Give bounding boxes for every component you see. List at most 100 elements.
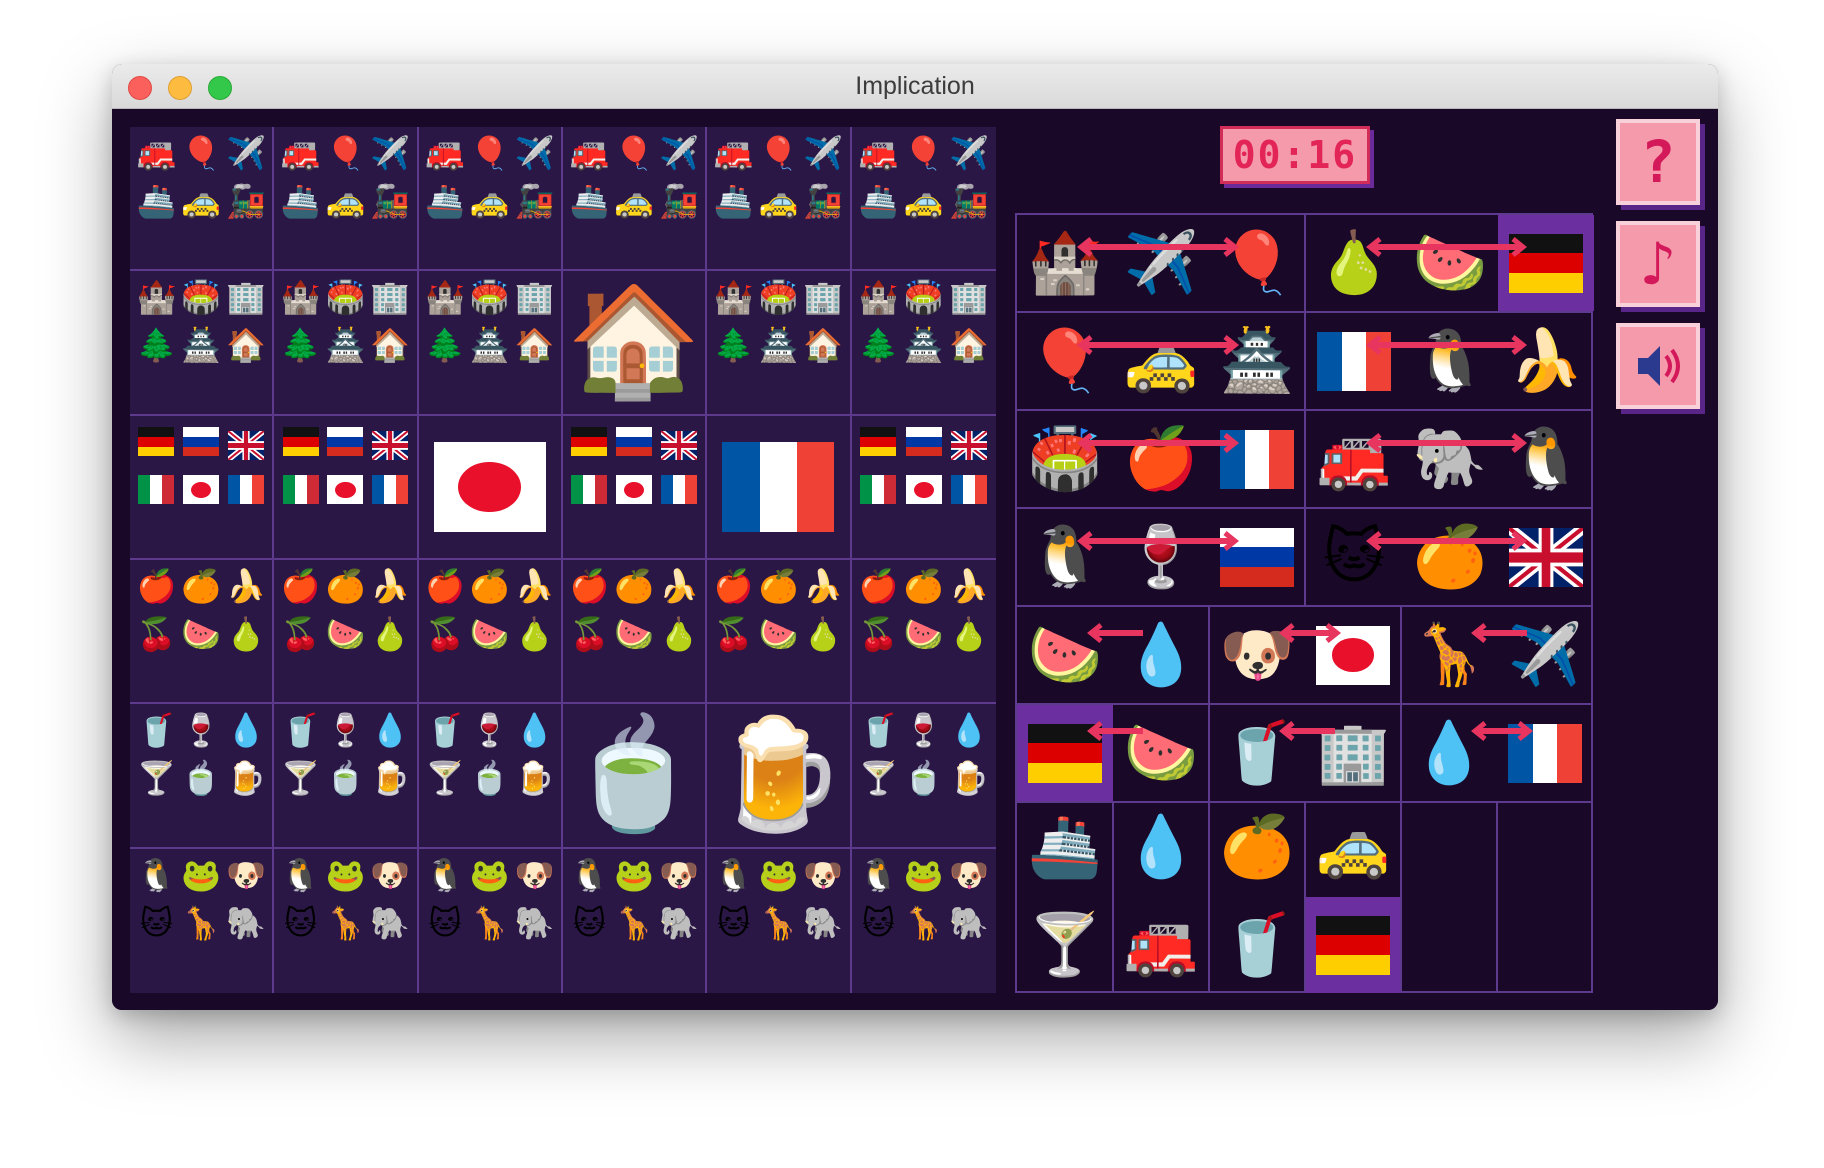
board-cell[interactable]: ✈️ xyxy=(1497,607,1593,703)
title-bar[interactable]: Implication xyxy=(112,64,1718,109)
board-cell[interactable]: 💧 xyxy=(1113,607,1209,703)
board-cell[interactable] xyxy=(1209,509,1305,605)
catalog-cell-flags[interactable] xyxy=(418,415,563,560)
board-cell[interactable]: 🥤 xyxy=(1209,897,1305,993)
catalog-cell-buildings[interactable]: 🏰 🏟️ 🏢 🌲 🏯 🏠 xyxy=(130,271,275,416)
board-divider xyxy=(1496,803,1498,991)
board-cell[interactable]: ✈️ xyxy=(1113,215,1209,311)
board-cell[interactable]: 🎈 xyxy=(1017,313,1113,409)
board-cell[interactable]: 🍉 xyxy=(1017,607,1113,703)
board-cell[interactable] xyxy=(1497,705,1593,801)
board-cell[interactable] xyxy=(1017,705,1113,801)
board-cell[interactable]: 🏢 xyxy=(1305,705,1401,801)
train-icon: 🚂 xyxy=(226,182,266,220)
board-cell[interactable]: 🐧 xyxy=(1498,411,1594,507)
dog-icon: 🐶 xyxy=(949,855,990,894)
giraffe-icon: 🦒 xyxy=(614,903,655,942)
board-cell[interactable]: 🚢 xyxy=(1017,799,1113,895)
board-cell[interactable] xyxy=(1305,607,1401,703)
cat-icon: 🐱 xyxy=(284,903,318,942)
board-cell[interactable]: 🎈 xyxy=(1209,215,1305,311)
music-button[interactable]: ♪ xyxy=(1616,221,1700,307)
catalog-cell-drinks[interactable]: 🥤 🍷 💧 🍸 🍵 🍺 xyxy=(418,704,563,849)
board-divider xyxy=(1208,705,1210,801)
board-cell[interactable]: 🍎 xyxy=(1113,411,1209,507)
catalog-cell-flags[interactable] xyxy=(851,416,996,560)
balloon-icon: 🎈 xyxy=(181,134,222,172)
catalog-cell-buildings[interactable]: 🏰 🏟️ 🏢 🌲 🏯 🏠 xyxy=(707,271,852,416)
board-cell[interactable]: 🐘 xyxy=(1402,411,1498,507)
catalog-cell-drinks[interactable]: 🥤 🍷 💧 🍸 🍵 🍺 xyxy=(851,704,996,849)
sound-button[interactable] xyxy=(1616,323,1700,409)
implication-arrow-icon xyxy=(1365,433,1528,453)
board-cell[interactable] xyxy=(1498,215,1594,311)
board-cell[interactable]: 🐧 xyxy=(1017,509,1113,605)
board-cell[interactable]: 🍉 xyxy=(1402,215,1498,311)
board-cell[interactable] xyxy=(1209,411,1305,507)
implication-arrow-icon xyxy=(1086,623,1149,643)
catalog-cell-buildings[interactable]: 🏰 🏟️ 🏢 🌲 🏯 🏠 xyxy=(274,271,419,416)
board-cell[interactable]: 🍊 xyxy=(1209,799,1305,895)
board-cell[interactable]: 🚒 xyxy=(1113,897,1209,993)
catalog-cell-fruits[interactable]: 🍎 🍊 🍌 🍒 🍉 🍐 xyxy=(418,559,563,705)
board-cell[interactable]: 🍊 xyxy=(1402,509,1498,605)
catalog-cell-animals[interactable]: 🐧 🐸 🐶 🐱 🦒 🐘 xyxy=(707,848,852,993)
watermelon-icon: 🍉 xyxy=(325,614,366,653)
board-cell[interactable]: 🥤 xyxy=(1209,705,1305,801)
catalog-cell-vehicles[interactable]: 🚒 🎈 ✈️ 🚢 🚕 🚂 xyxy=(562,127,708,272)
catalog-cell-buildings[interactable]: 🏠 xyxy=(562,271,708,416)
board-cell[interactable]: 🍐 xyxy=(1306,215,1402,311)
board-cell[interactable] xyxy=(1305,897,1401,993)
catalog-cell-vehicles[interactable]: 🚒 🎈 ✈️ 🚢 🚕 🚂 xyxy=(851,127,996,272)
penguin-icon: 🐧 xyxy=(713,855,754,894)
catalog-cell-animals[interactable]: 🐧 🐸 🐶 🐱 🦒 🐘 xyxy=(130,848,275,993)
catalog-cell-fruits[interactable]: 🍎 🍊 🍌 🍒 🍉 🍐 xyxy=(851,560,996,705)
board-cell[interactable] xyxy=(1306,313,1402,409)
board-cell[interactable]: 🏰 xyxy=(1017,215,1113,311)
catalog-cell-flags[interactable] xyxy=(707,415,852,560)
board-cell[interactable]: 🚕 xyxy=(1305,799,1401,895)
catalog-cell-animals[interactable]: 🐧 🐸 🐶 🐱 🦒 🐘 xyxy=(852,849,996,993)
catalog-cell-drinks[interactable]: 🍵 xyxy=(562,704,708,849)
catalog-cell-buildings[interactable]: 🏰 🏟️ 🏢 🌲 🏯 🏠 xyxy=(851,271,996,416)
board-cell[interactable]: 🍸 xyxy=(1017,897,1113,993)
japan-flag-icon xyxy=(433,441,546,532)
catalog-cell-animals[interactable]: 🐧 🐸 🐶 🐱 🦒 🐘 xyxy=(563,848,708,993)
help-button[interactable]: ? xyxy=(1616,119,1700,205)
board-cell[interactable]: 🐱 xyxy=(1306,509,1402,605)
catalog-cell-vehicles[interactable]: 🚒 🎈 ✈️ 🚢 🚕 🚂 xyxy=(418,127,563,272)
catalog-cell-fruits[interactable]: 🍎 🍊 🍌 🍒 🍉 🍐 xyxy=(274,559,419,705)
board-cell[interactable]: 🍉 xyxy=(1113,705,1209,801)
catalog-cell-flags[interactable] xyxy=(130,415,275,560)
germany-flag-icon xyxy=(1316,915,1390,975)
catalog-cell-buildings[interactable]: 🏰 🏟️ 🏢 🌲 🏯 🏠 xyxy=(418,271,563,416)
catalog-cell-flags[interactable] xyxy=(562,415,708,560)
catalog-cell-flags[interactable] xyxy=(274,415,419,560)
catalog-cell-animals[interactable]: 🐧 🐸 🐶 🐱 🦒 🐘 xyxy=(419,848,563,993)
catalog-cell-drinks[interactable]: 🥤 🍷 💧 🍸 🍵 🍺 xyxy=(130,704,275,849)
board-cell[interactable]: 🐶 xyxy=(1209,607,1305,703)
catalog-cell-fruits[interactable]: 🍎 🍊 🍌 🍒 🍉 🍐 xyxy=(562,559,708,705)
board-cell[interactable]: 💧 xyxy=(1401,705,1497,801)
board-cell[interactable]: 🚕 xyxy=(1113,313,1209,409)
board-cell[interactable]: 🐧 xyxy=(1402,313,1498,409)
board-cell[interactable]: 🍷 xyxy=(1113,509,1209,605)
board-cell[interactable]: 🍌 xyxy=(1498,313,1594,409)
catalog-cell-animals[interactable]: 🐧 🐸 🐶 🐱 🦒 🐘 xyxy=(274,848,419,993)
catalog-cell-drinks[interactable]: 🍺 xyxy=(707,704,852,849)
board-cell[interactable] xyxy=(1498,509,1594,605)
catalog-cell-fruits[interactable]: 🍎 🍊 🍌 🍒 🍉 🍐 xyxy=(130,559,275,705)
catalog-cell-drinks[interactable]: 🥤 🍷 💧 🍸 🍵 🍺 xyxy=(274,704,419,849)
board-cell[interactable]: 🏟️ xyxy=(1017,411,1113,507)
catalog-cell-fruits[interactable]: 🍎 🍊 🍌 🍒 🍉 🍐 xyxy=(707,559,852,705)
catalog-cell-vehicles[interactable]: 🚒 🎈 ✈️ 🚢 🚕 🚂 xyxy=(274,127,419,272)
board-cell[interactable]: 💧 xyxy=(1113,799,1209,895)
board-cell[interactable]: 🚒 xyxy=(1306,411,1402,507)
board-cell[interactable]: 🦒 xyxy=(1401,607,1497,703)
implication-arrow-icon xyxy=(1365,531,1528,551)
implication-arrow-icon xyxy=(1076,433,1240,453)
cat-icon: 🐱 xyxy=(572,903,607,942)
catalog-cell-vehicles[interactable]: 🚒 🎈 ✈️ 🚢 🚕 🚂 xyxy=(130,127,275,272)
board-cell[interactable]: 🏯 xyxy=(1209,313,1305,409)
catalog-cell-vehicles[interactable]: 🚒 🎈 ✈️ 🚢 🚕 🚂 xyxy=(707,127,852,272)
